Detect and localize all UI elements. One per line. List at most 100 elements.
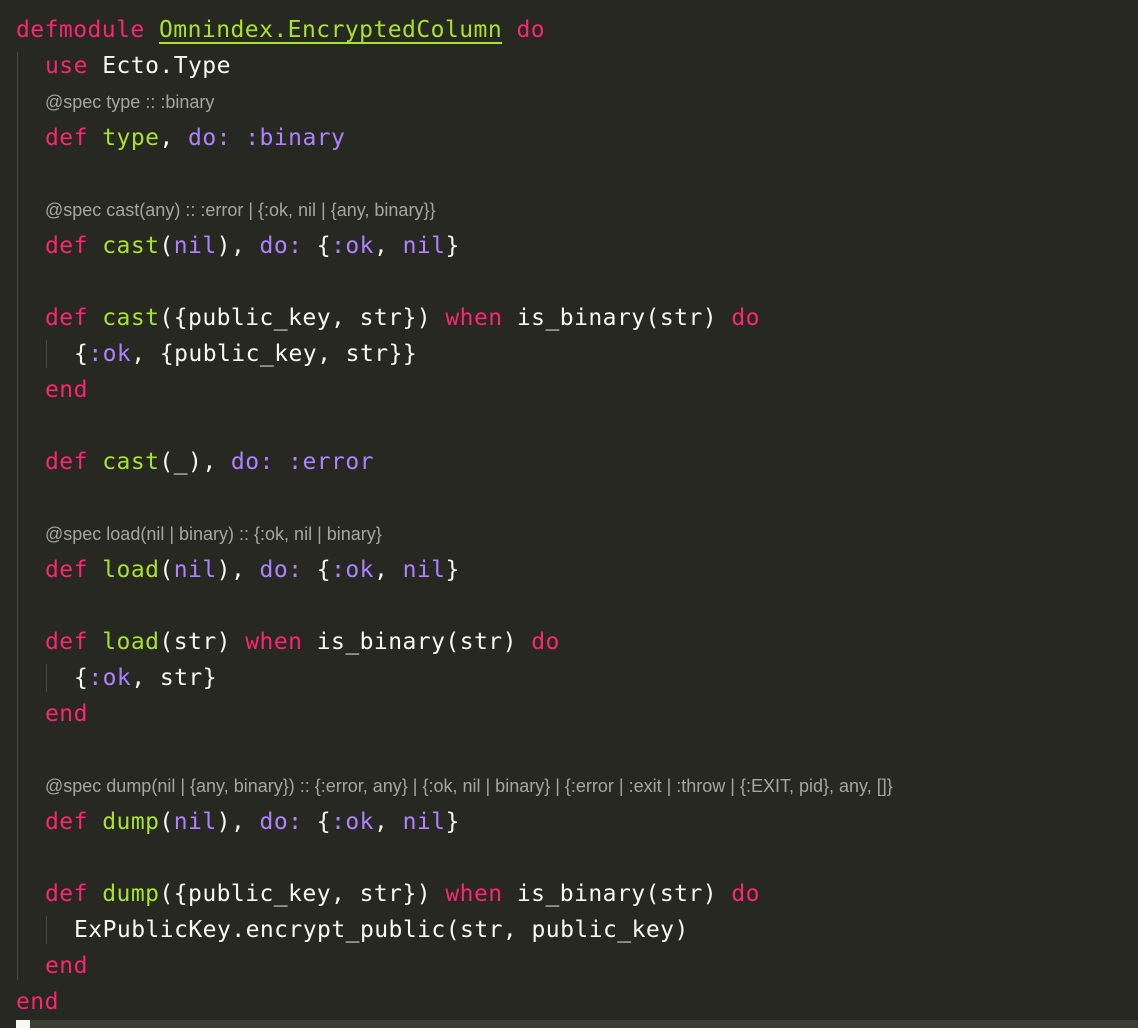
code-text-token: is_binary(str) [502,881,732,907]
keyword-token: def [45,881,88,907]
keyword-token: when [245,629,303,655]
text-cursor [16,1020,30,1028]
atom-token: nil [173,233,217,259]
code-line: def cast(_), do: :error [45,444,374,480]
code-line: def cast({public_key, str}) when is_bina… [45,300,760,336]
editor-bottom-bar [16,1020,1138,1028]
code-line: def type, do: :binary [45,120,345,156]
code-text-token: } [445,557,460,583]
code-text-token: , {public_key, str}} [131,341,418,367]
code-line: def dump(nil), do: {:ok, nil} [45,804,460,840]
code-line: {:ok, {public_key, str}} [74,336,417,372]
keyword-token: do [531,629,560,655]
function-name-token: dump [102,809,160,835]
code-text-token: , [373,809,403,835]
atom-token: nil [402,809,446,835]
code-text-token: , [373,233,403,259]
keyword-token: def [45,449,88,475]
keyword-token: end [16,989,59,1015]
keyword-token: end [45,953,88,979]
code-text-token: ({public_key, str}) [159,881,446,907]
code-text-token: ( [159,809,174,835]
spec-inlay-hint: @spec cast(any) :: :error | {:ok, nil | … [45,200,436,220]
code-text-token: } [445,233,460,259]
spec-inlay-hint: @spec load(nil | binary) :: {:ok, nil | … [45,524,382,544]
code-editor[interactable]: defmodule Omnindex.EncryptedColumn do use… [0,0,1138,1028]
keyword-token: def [45,125,88,151]
code-text-token: { [74,341,89,367]
code-line: def load(str) when is_binary(str) do [45,624,560,660]
code-text-token: { [302,557,332,583]
keyword-token: do [731,881,760,907]
spec-inlay-hint: @spec dump(nil | {any, binary}) :: {:err… [45,776,893,796]
code-text-token: ), [216,557,260,583]
indent-guide [17,52,18,980]
atom-token: do: [259,557,303,583]
code-text-token: is_binary(str) [302,629,532,655]
code-line: end [45,948,88,984]
code-text-token: { [302,809,332,835]
module-name-token: Omnindex.EncryptedColumn [159,17,503,43]
code-line: def load(nil), do: {:ok, nil} [45,552,460,588]
keyword-token: do [731,305,760,331]
code-text-token: ( [159,233,174,259]
keyword-token: when [445,305,503,331]
function-name-token: cast [102,305,160,331]
code-line: end [45,372,88,408]
function-name-token: type [102,125,160,151]
atom-token: do: [230,449,274,475]
keyword-token: def [45,629,88,655]
atom-token: do: [259,809,303,835]
atom-token: nil [173,809,217,835]
code-text-token: ), [216,809,260,835]
keyword-token: use [45,53,88,79]
atom-token: :ok [331,809,374,835]
atom-token: :ok [331,557,374,583]
code-text-token: ), [216,233,260,259]
atom-token: :error [288,449,374,475]
code-line: end [45,696,88,732]
keyword-token: def [45,305,88,331]
function-name-token: load [102,629,160,655]
code-text-token: { [74,665,89,691]
code-text-token: (_), [159,449,231,475]
code-text-token: { [302,233,332,259]
atom-token: do: [259,233,303,259]
atom-token: nil [402,557,446,583]
indent-guide [46,340,47,368]
atom-token: do: [188,125,231,151]
code-line: def dump({public_key, str}) when is_bina… [45,876,760,912]
code-text-token: ExPublicKey.encrypt_public(str, public_k… [74,917,689,943]
atom-token: :ok [88,341,132,367]
function-name-token: dump [102,881,160,907]
code-line: def cast(nil), do: {:ok, nil} [45,228,460,264]
code-text-token: is_binary(str) [502,305,732,331]
code-line: ExPublicKey.encrypt_public(str, public_k… [74,912,689,948]
code-text-token: (str) [159,629,246,655]
code-text-token: } [445,809,460,835]
atom-token: :binary [245,125,346,151]
atom-token: :ok [88,665,132,691]
keyword-token: def [45,809,88,835]
keyword-token: end [45,377,88,403]
keyword-token: end [45,701,88,727]
code-text-token: , str} [131,665,218,691]
atom-token: nil [402,233,446,259]
function-name-token: cast [102,449,160,475]
code-line: defmodule Omnindex.EncryptedColumn do [16,12,545,48]
keyword-token: def [45,233,88,259]
code-line: end [16,984,59,1020]
keyword-token: do [516,17,546,43]
